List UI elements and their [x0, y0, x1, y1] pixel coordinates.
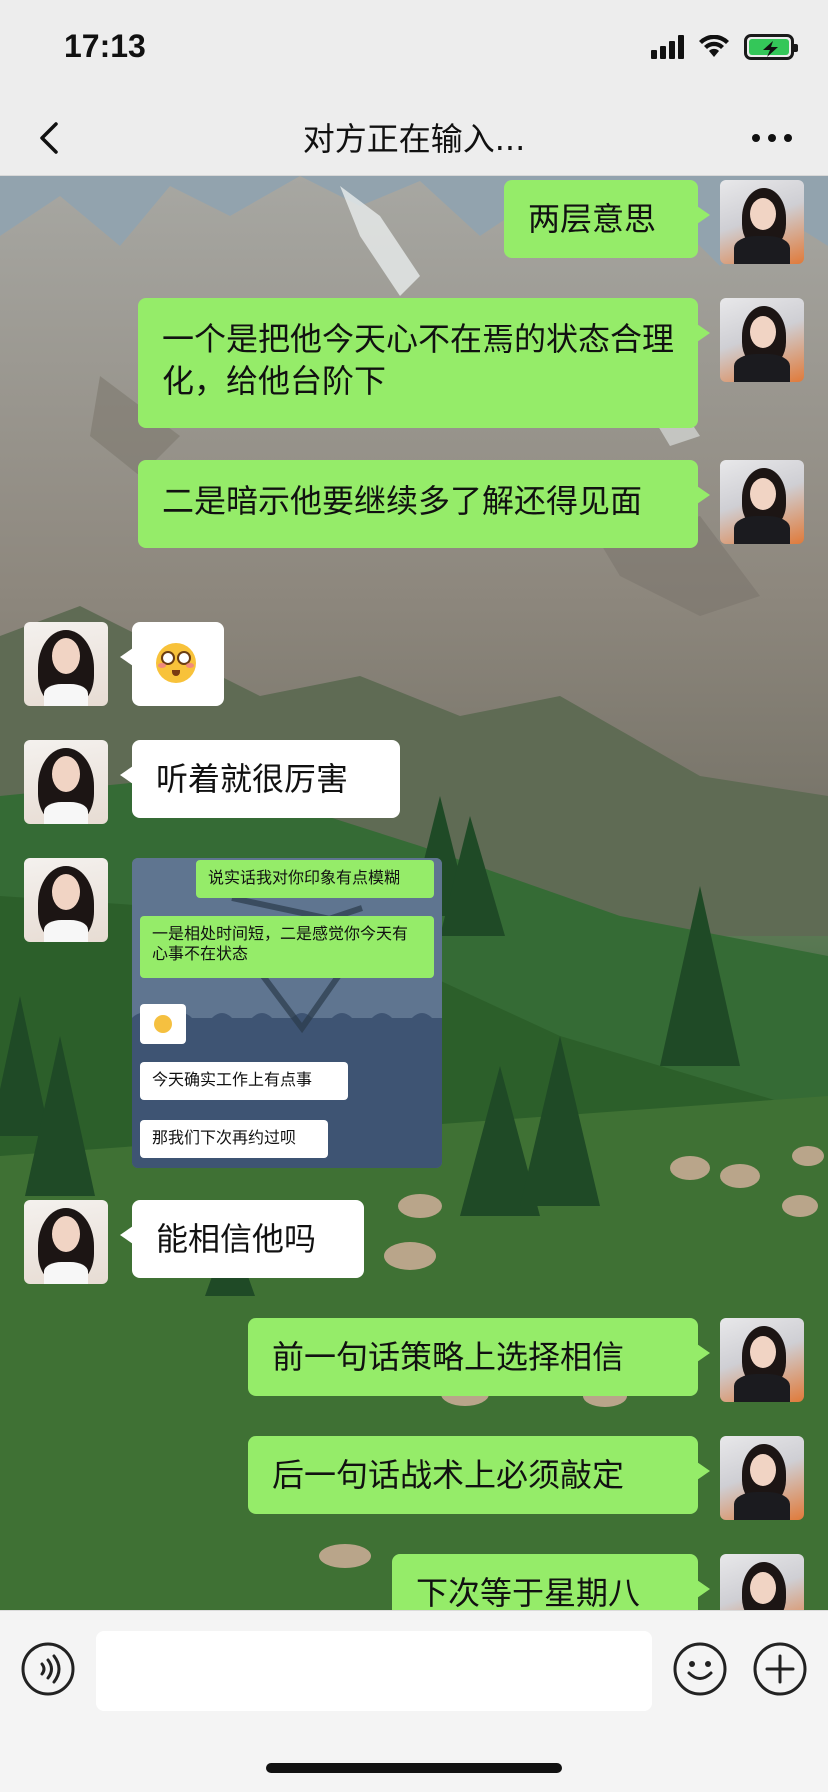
message-bubble-incoming[interactable]: 听着就很厉害 — [120, 740, 400, 818]
image-message[interactable]: 说实话我对你印象有点模糊 一是相处时间短，二是感觉你今天有心事不在状态 今天确实… — [132, 858, 442, 1168]
self-avatar[interactable] — [720, 298, 804, 382]
status-bar: 17:13 — [0, 0, 828, 100]
self-avatar[interactable] — [720, 1554, 804, 1610]
nav-bar: 对方正在输入... — [0, 100, 828, 176]
voice-icon[interactable] — [20, 1641, 76, 1697]
message-bubble-outgoing[interactable]: 两层意思 — [504, 180, 710, 258]
message-bubble-outgoing[interactable]: 一个是把他今天心不在焉的状态合理化，给他台阶下 — [138, 298, 710, 428]
plus-circle-icon[interactable] — [752, 1641, 808, 1697]
chat-area[interactable]: 两层意思 一个是把他今天心不在焉的状态合理化，给他台阶下 二是暗示他要继续多了解… — [0, 176, 828, 1610]
sweat-smile-emoji — [140, 1004, 186, 1044]
contact-avatar[interactable] — [24, 1200, 108, 1284]
signal-icon — [651, 35, 684, 59]
self-avatar[interactable] — [720, 460, 804, 544]
page-title: 对方正在输入... — [302, 120, 526, 158]
message-bubble-outgoing[interactable]: 二是暗示他要继续多了解还得见面 — [138, 460, 710, 548]
self-avatar[interactable] — [720, 180, 804, 264]
message-bubble-outgoing[interactable]: 后一句话战术上必须敲定 — [248, 1436, 710, 1514]
message-input[interactable] — [96, 1631, 652, 1711]
self-avatar[interactable] — [720, 1318, 804, 1402]
emoji-icon[interactable] — [672, 1641, 728, 1697]
embedded-bubble: 那我们下次再约过呗 — [140, 1120, 328, 1158]
self-avatar[interactable] — [720, 1436, 804, 1520]
contact-avatar[interactable] — [24, 858, 108, 942]
embedded-bubble: 今天确实工作上有点事 — [140, 1062, 348, 1100]
pleading-face-emoji — [156, 643, 196, 683]
embedded-bubble: 说实话我对你印象有点模糊 — [196, 860, 434, 898]
message-bubble-outgoing[interactable]: 下次等于星期八 — [392, 1554, 710, 1610]
more-dots-icon[interactable] — [744, 114, 800, 162]
message-bubble-incoming[interactable]: 能相信他吗 — [120, 1200, 364, 1278]
contact-avatar[interactable] — [24, 740, 108, 824]
embedded-bubble: 一是相处时间短，二是感觉你今天有心事不在状态 — [140, 916, 434, 978]
message-bubble-outgoing[interactable]: 前一句话策略上选择相信 — [248, 1318, 710, 1396]
status-icons — [651, 34, 798, 60]
contact-avatar[interactable] — [24, 622, 108, 706]
wifi-icon — [699, 35, 729, 57]
battery-charging-icon — [744, 34, 798, 60]
message-bubble-incoming[interactable] — [120, 622, 224, 706]
input-bar — [0, 1610, 828, 1792]
status-time: 17:13 — [64, 28, 146, 64]
home-indicator — [266, 1763, 562, 1773]
